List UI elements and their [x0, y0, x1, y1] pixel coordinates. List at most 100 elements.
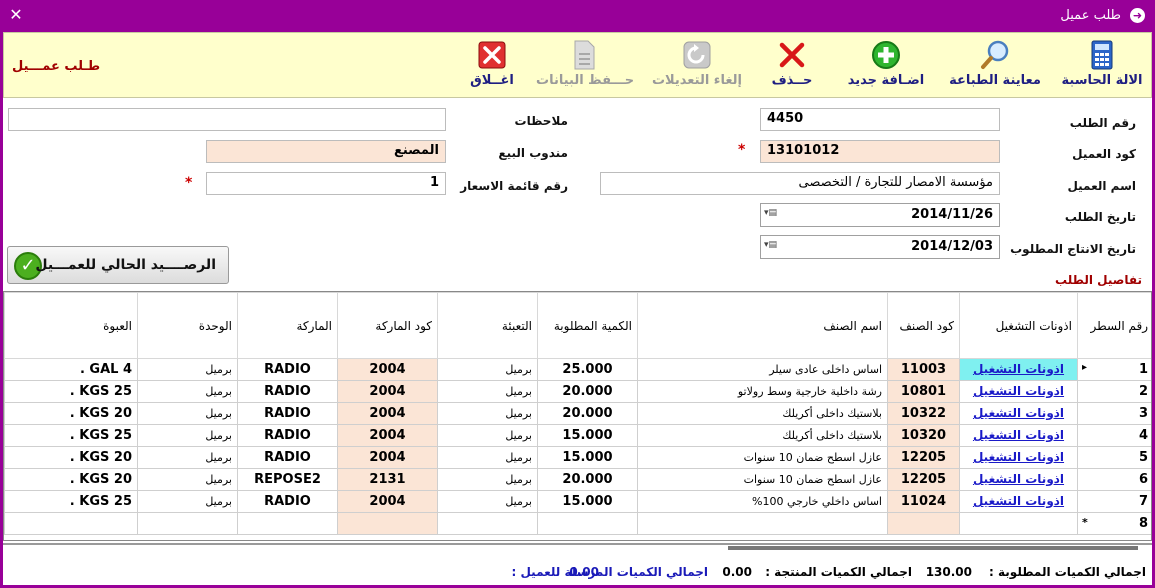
- brand-code-cell[interactable]: 2004: [337, 490, 438, 513]
- new-table-row[interactable]: 8 *: [4, 512, 1151, 535]
- brand-code-cell[interactable]: [337, 512, 438, 535]
- table-row[interactable]: 2 اذونات التشغيل 10801 رشة داخلية خارجية وس…: [4, 380, 1151, 403]
- item-name-cell[interactable]: [637, 512, 888, 535]
- quantity-cell[interactable]: [537, 512, 638, 535]
- brand-cell[interactable]: REPOSE2: [237, 468, 338, 491]
- table-row[interactable]: 6 اذونات التشغيل 12205 عازل اسطح ضمان 10 سن…: [4, 468, 1151, 491]
- brand-cell[interactable]: RADIO: [237, 380, 338, 403]
- package-cell[interactable]: KGS 25 .: [4, 380, 138, 403]
- col-header[interactable]: الوحدة: [137, 292, 238, 359]
- item-code-cell[interactable]: 11024: [887, 490, 960, 513]
- packing-cell[interactable]: برميل: [437, 424, 538, 447]
- item-name-cell[interactable]: عازل اسطح ضمان 10 سنوات: [637, 446, 888, 469]
- table-row[interactable]: 5 اذونات التشغيل 12205 عازل اسطح ضمان 10 سن…: [4, 446, 1151, 469]
- brand-cell[interactable]: RADIO: [237, 358, 338, 381]
- save-button[interactable]: حـــفظ البيانات: [536, 39, 634, 95]
- col-header[interactable]: كود الماركة: [337, 292, 438, 359]
- brand-cell[interactable]: RADIO: [237, 424, 338, 447]
- item-code-cell[interactable]: 10801: [887, 380, 960, 403]
- brand-code-cell[interactable]: 2131: [337, 468, 438, 491]
- close-button[interactable]: اغــلاق: [462, 39, 522, 95]
- unit-cell[interactable]: [137, 512, 238, 535]
- package-cell[interactable]: KGS 25 .: [4, 490, 138, 513]
- item-code-cell[interactable]: [887, 512, 960, 535]
- print-preview-button[interactable]: معاينة الطباعة: [947, 39, 1043, 95]
- col-header[interactable]: التعبئة: [437, 292, 538, 359]
- quantity-cell[interactable]: 15.000: [537, 490, 638, 513]
- packing-cell[interactable]: برميل: [437, 402, 538, 425]
- item-name-cell[interactable]: بلاستيك داخلى أكريلك: [637, 424, 888, 447]
- customer-code-field[interactable]: 13101012: [760, 140, 1000, 163]
- table-row[interactable]: 3 اذونات التشغيل 10322 بلاستيك داخلى أكريلك…: [4, 402, 1151, 425]
- col-header[interactable]: الكمية المطلوبة: [537, 292, 638, 359]
- packing-cell[interactable]: برميل: [437, 380, 538, 403]
- cancel-edits-button[interactable]: إلغاء التعديلات: [649, 39, 745, 95]
- operation-permits-link[interactable]: اذونات التشغيل: [973, 384, 1064, 398]
- quantity-cell[interactable]: 20.000: [537, 468, 638, 491]
- quantity-cell[interactable]: 20.000: [537, 402, 638, 425]
- item-name-cell[interactable]: بلاستيك داخلى أكريلك: [637, 402, 888, 425]
- unit-cell[interactable]: برميل: [137, 358, 238, 381]
- unit-cell[interactable]: برميل: [137, 424, 238, 447]
- brand-cell[interactable]: [237, 512, 338, 535]
- operation-permits-cell[interactable]: [959, 512, 1078, 535]
- packing-cell[interactable]: برميل: [437, 446, 538, 469]
- notes-field[interactable]: [8, 108, 446, 131]
- unit-cell[interactable]: برميل: [137, 468, 238, 491]
- brand-code-cell[interactable]: 2004: [337, 446, 438, 469]
- delete-button[interactable]: حــذف: [761, 39, 823, 95]
- calendar-dropdown-icon[interactable]: ▾▤: [764, 208, 777, 218]
- brand-code-cell[interactable]: 2004: [337, 424, 438, 447]
- quantity-cell[interactable]: 15.000: [537, 446, 638, 469]
- calculator-button[interactable]: الالة الحاسبة: [1056, 39, 1148, 95]
- package-cell[interactable]: [4, 512, 138, 535]
- brand-cell[interactable]: RADIO: [237, 402, 338, 425]
- item-name-cell[interactable]: اساس داخلي خارجي 100%: [637, 490, 888, 513]
- unit-cell[interactable]: برميل: [137, 490, 238, 513]
- col-header[interactable]: رقم السطر: [1077, 292, 1151, 359]
- close-icon[interactable]: ✕: [6, 5, 26, 25]
- calendar-dropdown-icon[interactable]: ▾▤: [764, 240, 777, 250]
- unit-cell[interactable]: برميل: [137, 380, 238, 403]
- package-cell[interactable]: KGS 20 .: [4, 402, 138, 425]
- sales-rep-field[interactable]: المصنع: [206, 140, 446, 163]
- order-no-field[interactable]: 4450: [760, 108, 1000, 131]
- quantity-cell[interactable]: 20.000: [537, 380, 638, 403]
- package-cell[interactable]: KGS 25 .: [4, 424, 138, 447]
- order-date-picker[interactable]: ▾▤ 2014/11/26: [760, 203, 1000, 227]
- packing-cell[interactable]: [437, 512, 538, 535]
- unit-cell[interactable]: برميل: [137, 446, 238, 469]
- customer-name-field[interactable]: مؤسسة الامصار للتجارة / التخصصى: [600, 172, 1000, 195]
- col-header[interactable]: العبوة: [4, 292, 138, 359]
- brand-cell[interactable]: RADIO: [237, 490, 338, 513]
- table-row[interactable]: 7 اذونات التشغيل 11024 اساس داخلي خارجي 100…: [4, 490, 1151, 513]
- package-cell[interactable]: GAL 4 .: [4, 358, 138, 381]
- brand-code-cell[interactable]: 2004: [337, 358, 438, 381]
- unit-cell[interactable]: برميل: [137, 402, 238, 425]
- operation-permits-link[interactable]: اذونات التشغيل: [973, 428, 1064, 442]
- operation-permits-link[interactable]: اذونات التشغيل: [973, 472, 1064, 486]
- operation-permits-link[interactable]: اذونات التشغيل: [973, 406, 1064, 420]
- col-header[interactable]: كود الصنف: [887, 292, 960, 359]
- operation-permits-link[interactable]: اذونات التشغيل: [973, 362, 1064, 376]
- production-date-picker[interactable]: ▾▤ 2014/12/03: [760, 235, 1000, 259]
- package-cell[interactable]: KGS 20 .: [4, 468, 138, 491]
- brand-code-cell[interactable]: 2004: [337, 380, 438, 403]
- item-code-cell[interactable]: 11003: [887, 358, 960, 381]
- brand-code-cell[interactable]: 2004: [337, 402, 438, 425]
- packing-cell[interactable]: برميل: [437, 468, 538, 491]
- packing-cell[interactable]: برميل: [437, 358, 538, 381]
- col-header[interactable]: الماركة: [237, 292, 338, 359]
- item-code-cell[interactable]: 12205: [887, 446, 960, 469]
- table-row[interactable]: 4 اذونات التشغيل 10320 بلاستيك داخلى أكريلك…: [4, 424, 1151, 447]
- packing-cell[interactable]: برميل: [437, 490, 538, 513]
- item-name-cell[interactable]: رشة داخلية خارجية وسط رولاتو: [637, 380, 888, 403]
- item-code-cell[interactable]: 10320: [887, 424, 960, 447]
- operation-permits-link[interactable]: اذونات التشغيل: [973, 450, 1064, 464]
- col-header[interactable]: اذونات التشغيل: [959, 292, 1078, 359]
- brand-cell[interactable]: RADIO: [237, 446, 338, 469]
- price-list-field[interactable]: 1: [206, 172, 446, 195]
- item-code-cell[interactable]: 10322: [887, 402, 960, 425]
- item-name-cell[interactable]: اساس داخلى عادى سيلر: [637, 358, 888, 381]
- table-row[interactable]: 1 ▸ اذونات التشغيل 11003 اساس داخلى عادى سيل…: [4, 358, 1151, 381]
